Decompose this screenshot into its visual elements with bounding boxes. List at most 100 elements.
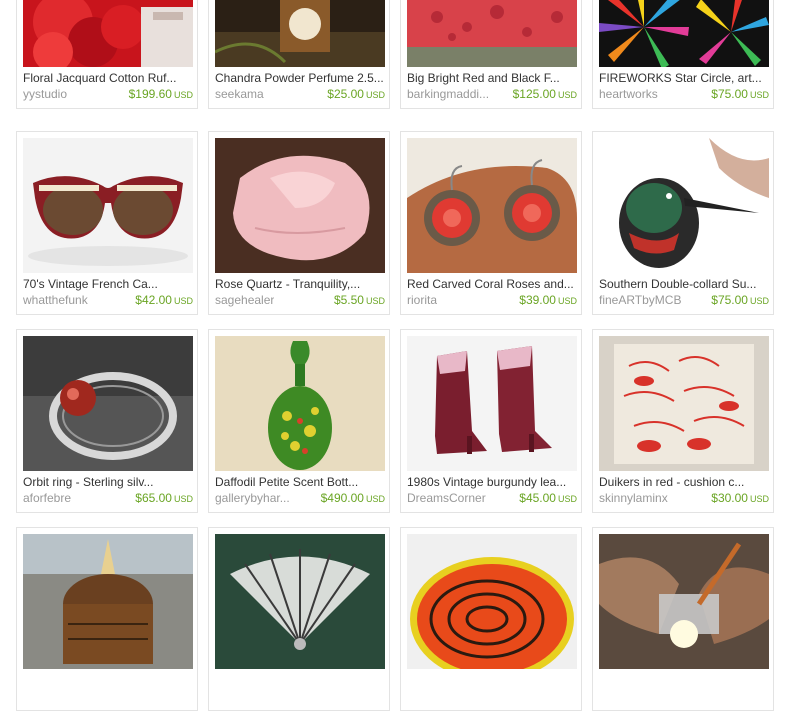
listing-card[interactable]: Red Carved Coral Roses and... riorita $3… [400,131,582,315]
price: $45.00 USD [519,491,577,506]
listing-meta: heartworks $75.00 USD [599,87,769,101]
price-amount: $30.00 [711,491,748,505]
listing-title[interactable]: Orbit ring - Sterling silv... [23,475,193,490]
price-currency: USD [749,494,769,504]
listing-title[interactable]: Southern Double-collard Su... [599,277,769,292]
listing-meta: aforfebre $65.00 USD [23,491,193,505]
duiker-cushion-image[interactable] [599,336,769,471]
price: $65.00 USD [135,491,193,506]
listing-meta: whatthefunk $42.00 USD [23,293,193,307]
price-currency: USD [557,494,577,504]
price: $5.50 USD [334,293,385,308]
price-amount: $75.00 [711,293,748,307]
listing-meta: barkingmaddi... $125.00 USD [407,87,577,101]
shop-name[interactable]: gallerybyhar... [215,491,290,505]
price-currency: USD [173,296,193,306]
burgundy-boots-image[interactable] [407,336,577,471]
price-currency: USD [749,90,769,100]
price: $490.00 USD [321,491,385,506]
price: $75.00 USD [711,87,769,102]
listing-card[interactable]: Rose Quartz - Tranquility,... sagehealer… [208,131,390,315]
perfume-box-image[interactable] [215,0,385,67]
price-amount: $45.00 [519,491,556,505]
scent-bottle-image[interactable] [215,336,385,471]
price-currency: USD [365,494,385,504]
price: $42.00 USD [135,293,193,308]
price-amount: $490.00 [320,491,364,505]
listing-meta: skinnylaminx $30.00 USD [599,491,769,505]
price: $25.00 USD [327,87,385,102]
listing-card[interactable]: Floral Jacquard Cotton Ruf... yystudio $… [16,0,198,109]
listing-title[interactable]: Duikers in red - cushion c... [599,475,769,490]
rose-quartz-image[interactable] [215,138,385,273]
wooden-box-image[interactable] [23,534,193,669]
listing-title[interactable]: Big Bright Red and Black F... [407,71,577,86]
price: $39.00 USD [519,293,577,308]
shop-name[interactable]: fineARTbyMCB [599,293,681,307]
listing-card[interactable] [400,527,582,711]
fireworks-art-image[interactable] [599,0,769,67]
shop-name[interactable]: yystudio [23,87,67,101]
listing-title[interactable]: Daffodil Petite Scent Bott... [215,475,385,490]
shop-name[interactable]: whatthefunk [23,293,88,307]
listing-title[interactable]: Red Carved Coral Roses and... [407,277,577,292]
shop-name[interactable]: DreamsCorner [407,491,486,505]
silversmith-hands-image[interactable] [599,534,769,669]
shop-name[interactable]: barkingmaddi... [407,87,489,101]
shop-name[interactable]: seekama [215,87,264,101]
listing-meta: seekama $25.00 USD [215,87,385,101]
listing-card[interactable] [208,527,390,711]
wood-grain-plate-image[interactable] [407,534,577,669]
listing-card[interactable]: Duikers in red - cushion c... skinnylami… [592,329,774,513]
listing-card[interactable] [592,527,774,711]
listing-card[interactable]: Big Bright Red and Black F... barkingmad… [400,0,582,109]
listing-meta: riorita $39.00 USD [407,293,577,307]
listing-title[interactable]: 70's Vintage French Ca... [23,277,193,292]
price: $199.60 USD [129,87,193,102]
listing-card[interactable]: FIREWORKS Star Circle, art... heartworks… [592,0,774,109]
listing-card[interactable]: Daffodil Petite Scent Bott... gallerybyh… [208,329,390,513]
red-ruffle-image[interactable] [23,0,193,67]
listing-card[interactable]: Orbit ring - Sterling silv... aforfebre … [16,329,198,513]
price: $75.00 USD [711,293,769,308]
price-currency: USD [557,90,577,100]
listing-meta: gallerybyhar... $490.00 USD [215,491,385,505]
price-currency: USD [365,296,385,306]
listing-title[interactable]: Rose Quartz - Tranquility,... [215,277,385,292]
shop-name[interactable]: riorita [407,293,437,307]
fan-brooch-image[interactable] [215,534,385,669]
listing-card[interactable]: 1980s Vintage burgundy lea... DreamsCorn… [400,329,582,513]
listing-meta: sagehealer $5.50 USD [215,293,385,307]
shop-name[interactable]: skinnylaminx [599,491,668,505]
price-amount: $25.00 [327,87,364,101]
price-currency: USD [365,90,385,100]
price-currency: USD [749,296,769,306]
listing-title[interactable]: 1980s Vintage burgundy lea... [407,475,577,490]
listing-meta: yystudio $199.60 USD [23,87,193,101]
shop-name[interactable]: heartworks [599,87,658,101]
orbit-ring-image[interactable] [23,336,193,471]
price-amount: $5.50 [333,293,364,307]
shop-name[interactable]: aforfebre [23,491,71,505]
price: $30.00 USD [711,491,769,506]
price-currency: USD [173,494,193,504]
listing-card[interactable] [16,527,198,711]
price-amount: $65.00 [135,491,172,505]
price: $125.00 USD [513,87,577,102]
price-currency: USD [173,90,193,100]
listing-grid: Floral Jacquard Cotton Ruf... yystudio $… [0,0,791,711]
listing-title[interactable]: FIREWORKS Star Circle, art... [599,71,769,86]
red-pillow-image[interactable] [407,0,577,67]
listing-card[interactable]: 70's Vintage French Ca... whatthefunk $4… [16,131,198,315]
price-amount: $39.00 [519,293,556,307]
listing-title[interactable]: Chandra Powder Perfume 2.5... [215,71,385,86]
listing-card[interactable]: Southern Double-collard Su... fineARTbyM… [592,131,774,315]
shop-name[interactable]: sagehealer [215,293,274,307]
sunbird-print-image[interactable] [599,138,769,273]
coral-earrings-image[interactable] [407,138,577,273]
sunglasses-image[interactable] [23,138,193,273]
price-amount: $125.00 [512,87,556,101]
listing-meta: DreamsCorner $45.00 USD [407,491,577,505]
listing-title[interactable]: Floral Jacquard Cotton Ruf... [23,71,193,86]
listing-card[interactable]: Chandra Powder Perfume 2.5... seekama $2… [208,0,390,109]
